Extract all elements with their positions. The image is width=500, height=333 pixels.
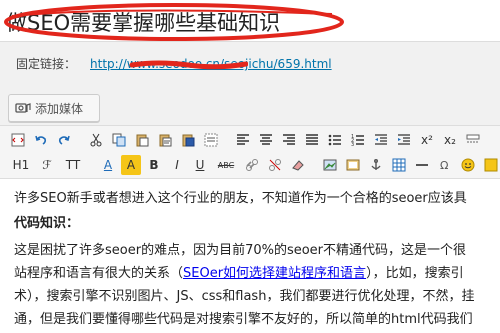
bold-label: B (149, 158, 159, 172)
copy-icon[interactable] (109, 130, 129, 150)
inline-link[interactable]: SEOer如何选择建站程序和语言 (183, 266, 366, 281)
font-family-dropdown[interactable]: ℱ (37, 155, 57, 175)
unlink-icon[interactable] (265, 155, 285, 175)
underline-label: U (195, 158, 205, 172)
add-media-label: 添加媒体 (35, 101, 84, 116)
bold-button[interactable]: B (144, 155, 164, 175)
highlight-color-button[interactable]: A (121, 155, 141, 175)
permalink-url[interactable]: http://www.seodoo.cn/seojichu/659.html (90, 57, 332, 71)
help-icon[interactable] (481, 155, 500, 175)
paste-word-icon[interactable] (178, 130, 198, 150)
anchor-icon[interactable] (366, 155, 386, 175)
toolbar-separator (77, 130, 83, 150)
align-right-icon[interactable] (279, 130, 299, 150)
heading-dropdown[interactable]: H1 (8, 155, 34, 175)
title-field[interactable]: 做SEO需要掌握哪些基础知识 (0, 0, 500, 42)
indent-icon[interactable] (394, 130, 414, 150)
emoticon-icon[interactable] (458, 155, 478, 175)
section-heading: 代码知识： (14, 216, 80, 231)
superscript-icon[interactable]: x² (417, 130, 437, 150)
toolbar-separator (89, 155, 95, 175)
code-icon[interactable] (8, 130, 28, 150)
media-icon[interactable] (343, 155, 363, 175)
svg-text:3: 3 (351, 142, 354, 147)
permalink-label: 固定链接： (16, 57, 77, 71)
paragraph-2-line-2: 站程序和语言有很大的关系（SEOer如何选择建站程序和语言），比如，搜索引 (14, 262, 464, 281)
paste-icon[interactable] (132, 130, 152, 150)
outdent-icon[interactable] (371, 130, 391, 150)
italic-label: I (175, 158, 179, 172)
font-size-dropdown[interactable]: TT (60, 155, 86, 175)
permalink-row: 固定链接： http://www.seodoo.cn/seojichu/659.h… (16, 55, 332, 72)
editor-toolbar: 123 x² x₂ H1 ℱ TT A A B I U ABC Ω (0, 125, 500, 179)
cut-icon[interactable] (86, 130, 106, 150)
redo-icon[interactable] (54, 130, 74, 150)
toolbar-separator (311, 155, 317, 175)
add-media-button[interactable]: 添加媒体 (8, 94, 100, 122)
align-justify-icon[interactable] (302, 130, 322, 150)
paragraph-1: 许多SEO新手或者想进入这个行业的朋友，不知道作为一个合格的seoer应该具 (14, 191, 467, 206)
image-icon[interactable] (320, 155, 340, 175)
paragraph-2-line-4: 通，但是我们要懂得哪些代码是对搜索引擎不友好的，所以简单的html代码我们 (14, 312, 473, 327)
strikethrough-button[interactable]: ABC (213, 155, 239, 175)
text-color-button[interactable]: A (98, 155, 118, 175)
toolbar-row-2: H1 ℱ TT A A B I U ABC Ω (8, 153, 500, 177)
paragraph-2-line-1: 这是困扰了许多seoer的难点，因为目前70%的seoer不精通代码，这是一个很 (14, 243, 467, 258)
para2-line2-post: ），比如，搜索引 (366, 266, 464, 281)
eraser-icon[interactable] (288, 155, 308, 175)
camera-music-icon (15, 101, 31, 115)
editor-content[interactable]: 许多SEO新手或者想进入这个行业的朋友，不知道作为一个合格的seoer应该具 代… (0, 179, 500, 333)
align-center-icon[interactable] (256, 130, 276, 150)
subscript-icon[interactable]: x₂ (440, 130, 460, 150)
post-title[interactable]: 做SEO需要掌握哪些基础知识 (6, 7, 280, 37)
table-icon[interactable] (389, 155, 409, 175)
special-char-icon[interactable]: Ω (435, 155, 455, 175)
numbered-list-icon[interactable]: 123 (348, 130, 368, 150)
toolbar-row-1: 123 x² x₂ (8, 128, 486, 152)
more-icon[interactable] (463, 130, 483, 150)
horizontal-rule-icon[interactable] (412, 155, 432, 175)
para2-line2-pre: 站程序和语言有很大的关系（ (14, 266, 184, 281)
select-all-icon[interactable] (201, 130, 221, 150)
undo-icon[interactable] (31, 130, 51, 150)
paragraph-2-line-3: 术），搜索引擎不识别图片、JS、css和flash，我们都要进行优化处理，不然，… (14, 289, 475, 304)
bullet-list-icon[interactable] (325, 130, 345, 150)
align-left-icon[interactable] (233, 130, 253, 150)
italic-button[interactable]: I (167, 155, 187, 175)
paste-text-icon[interactable] (155, 130, 175, 150)
svg-text:Ω: Ω (440, 159, 448, 172)
link-icon[interactable] (242, 155, 262, 175)
underline-button[interactable]: U (190, 155, 210, 175)
toolbar-separator (224, 130, 230, 150)
